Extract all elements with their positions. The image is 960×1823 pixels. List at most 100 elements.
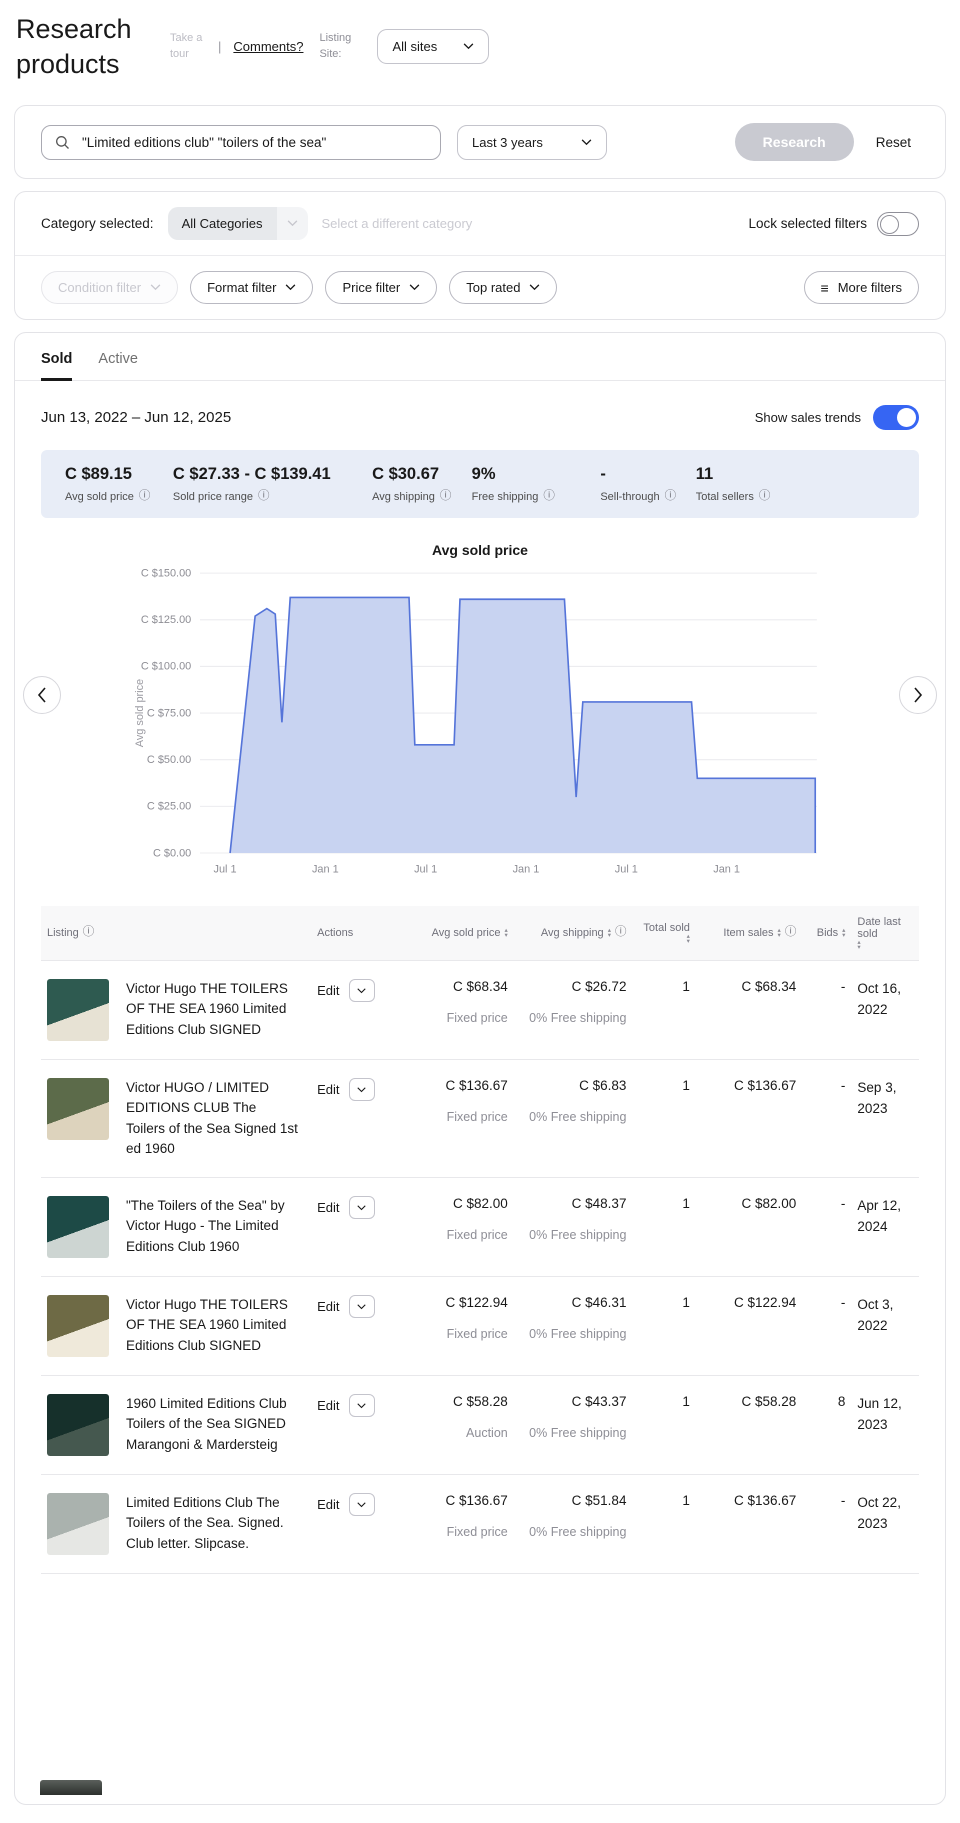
edit-dropdown-button[interactable] <box>348 1196 375 1220</box>
edit-dropdown-button[interactable] <box>348 979 375 1003</box>
listing-title[interactable]: 1960 Limited Editions Club Toilers of th… <box>126 1394 298 1456</box>
avg-shipping-value: C $51.84 <box>571 1493 627 1509</box>
category-select[interactable]: All Categories <box>167 207 308 241</box>
edit-button[interactable]: Edit <box>317 1497 339 1512</box>
listing-thumbnail[interactable] <box>47 1394 109 1457</box>
avg-sold-price-value: C $58.28 <box>452 1394 508 1410</box>
filter-chips-row: Condition filter Format filter Price fil… <box>15 256 945 319</box>
chip-label: Condition filter <box>58 280 142 296</box>
info-icon[interactable]: ⓘ <box>785 927 797 939</box>
sales-trend-chart-block: Avg sold price C $150.00 C $125.00 C $100.… <box>15 518 945 888</box>
listing-site-select[interactable]: All sites <box>377 29 490 65</box>
edit-dropdown-button[interactable] <box>348 1394 375 1418</box>
listing-title[interactable]: Victor HUGO / LIMITED EDITIONS CLUB The … <box>126 1078 298 1159</box>
col-date-last-sold[interactable]: Date last sold ▴ ▾ <box>851 906 919 962</box>
info-icon[interactable]: ⓘ <box>83 927 95 939</box>
listing-thumbnail[interactable] <box>47 979 109 1042</box>
svg-text:Jul 1: Jul 1 <box>214 864 237 876</box>
listing-thumbnail[interactable] <box>47 1493 109 1556</box>
listing-thumbnail[interactable] <box>47 1196 109 1259</box>
listing-title[interactable]: Victor Hugo THE TOILERS OF THE SEA 1960 … <box>126 979 298 1041</box>
comments-link[interactable]: Comments? <box>233 39 303 54</box>
col-label: Avg sold price <box>431 927 501 940</box>
sales-trends-toggle[interactable] <box>873 405 919 431</box>
lock-filters-toggle[interactable] <box>877 211 919 236</box>
toggle-knob <box>880 214 899 234</box>
price-filter-chip[interactable]: Price filter <box>325 271 438 305</box>
total-sold-value: 1 <box>632 1474 696 1575</box>
listing-title[interactable]: Limited Editions Club The Toilers of the… <box>126 1493 298 1555</box>
info-icon[interactable]: ⓘ <box>139 491 151 503</box>
listing-site-value: All sites <box>392 39 438 55</box>
tab-active[interactable]: Active <box>98 351 138 380</box>
sort-icon[interactable]: ▴ ▾ <box>687 933 690 945</box>
col-avg-sold-price[interactable]: Avg sold price ▴ ▾ <box>407 906 514 962</box>
sort-icon[interactable]: ▴ ▾ <box>608 927 611 939</box>
svg-text:C $75.00: C $75.00 <box>147 707 191 719</box>
edit-button[interactable]: Edit <box>317 1200 339 1215</box>
results-card: Sold Active Jun 13, 2022 – Jun 12, 2025 … <box>14 332 946 1806</box>
info-icon[interactable]: ⓘ <box>543 491 555 503</box>
listing-thumbnail[interactable] <box>47 1078 109 1141</box>
search-input[interactable] <box>80 133 427 151</box>
col-label: Item sales <box>723 927 774 940</box>
avg-sold-price-chart: C $150.00 C $125.00 C $100.00 C $75.00 C $50… <box>134 567 817 876</box>
avg-sold-price-value: C $68.34 <box>452 979 508 995</box>
tab-sold[interactable]: Sold <box>41 351 73 382</box>
edit-button[interactable]: Edit <box>317 1082 339 1097</box>
listing-thumbnail[interactable] <box>47 1295 109 1358</box>
edit-dropdown-button[interactable] <box>348 1493 375 1517</box>
select-different-category-link[interactable]: Select a different category <box>322 216 473 231</box>
edit-button[interactable]: Edit <box>317 1299 339 1314</box>
svg-text:C $0.00: C $0.00 <box>153 847 191 859</box>
chart-prev-button[interactable] <box>23 676 61 715</box>
table-row: Victor Hugo THE TOILERS OF THE SEA 1960 … <box>41 960 919 1061</box>
sort-icon[interactable]: ▴ ▾ <box>504 927 507 939</box>
reset-button[interactable]: Reset <box>876 135 911 150</box>
edit-button[interactable]: Edit <box>317 983 339 998</box>
svg-text:C $125.00: C $125.00 <box>141 614 191 626</box>
col-total-sold[interactable]: Total sold ▴ ▾ <box>632 906 696 962</box>
svg-text:C $150.00: C $150.00 <box>141 567 191 579</box>
svg-text:Jan 1: Jan 1 <box>513 864 540 876</box>
edit-button[interactable]: Edit <box>317 1398 339 1413</box>
info-icon[interactable]: ⓘ <box>615 927 627 939</box>
info-icon[interactable]: ⓘ <box>665 491 677 503</box>
date-range-select[interactable]: Last 3 years <box>457 124 607 160</box>
chart-next-button[interactable] <box>899 676 937 715</box>
total-sold-value: 1 <box>632 1177 696 1278</box>
search-input-wrapper[interactable] <box>41 124 441 160</box>
col-bids[interactable]: Bids ▴ ▾ <box>802 906 852 962</box>
sort-icon[interactable]: ▴ ▾ <box>857 939 860 951</box>
listing-title[interactable]: "The Toilers of the Sea" by Victor Hugo … <box>126 1196 298 1258</box>
info-icon[interactable]: ⓘ <box>258 491 270 503</box>
edit-dropdown-button[interactable] <box>348 1078 375 1102</box>
col-item-sales[interactable]: Item sales ▴ ▾ ⓘ <box>695 906 803 962</box>
info-icon[interactable]: ⓘ <box>759 491 771 503</box>
more-filters-button[interactable]: ≡ More filters <box>803 271 919 305</box>
sort-icon[interactable]: ▴ ▾ <box>842 927 845 939</box>
listing-format: Fixed price <box>446 1327 508 1342</box>
svg-text:Jan 1: Jan 1 <box>713 864 740 876</box>
listing-thumbnail[interactable] <box>40 1780 102 1795</box>
stat-label: Avg sold price <box>65 491 134 504</box>
top-rated-filter-chip[interactable]: Top rated <box>449 271 558 305</box>
take-a-tour-link[interactable]: Take a tour <box>170 31 206 62</box>
info-icon[interactable]: ⓘ <box>440 491 452 503</box>
item-sales-value: C $122.94 <box>695 1276 803 1377</box>
results-date-range: Jun 13, 2022 – Jun 12, 2025 <box>41 409 232 427</box>
format-filter-chip[interactable]: Format filter <box>190 271 314 305</box>
listing-title[interactable]: Victor Hugo THE TOILERS OF THE SEA 1960 … <box>126 1295 298 1357</box>
svg-text:C $100.00: C $100.00 <box>141 661 191 673</box>
sales-trends-wrapper: Show sales trends <box>755 405 919 431</box>
condition-filter-chip[interactable]: Condition filter <box>41 271 179 305</box>
col-avg-shipping[interactable]: Avg shipping ▴ ▾ ⓘ <box>513 906 633 962</box>
bids-value: - <box>802 1474 852 1575</box>
lock-filters-wrapper: Lock selected filters <box>748 211 919 236</box>
edit-dropdown-button[interactable] <box>348 1295 375 1319</box>
stat-label: Avg shipping <box>372 491 435 504</box>
research-button[interactable]: Research <box>734 123 854 162</box>
sort-icon[interactable]: ▴ ▾ <box>778 927 781 939</box>
svg-text:C $50.00: C $50.00 <box>147 754 191 766</box>
stat-avg-sold-price: C $89.15 Avg sold price ⓘ <box>65 465 173 503</box>
